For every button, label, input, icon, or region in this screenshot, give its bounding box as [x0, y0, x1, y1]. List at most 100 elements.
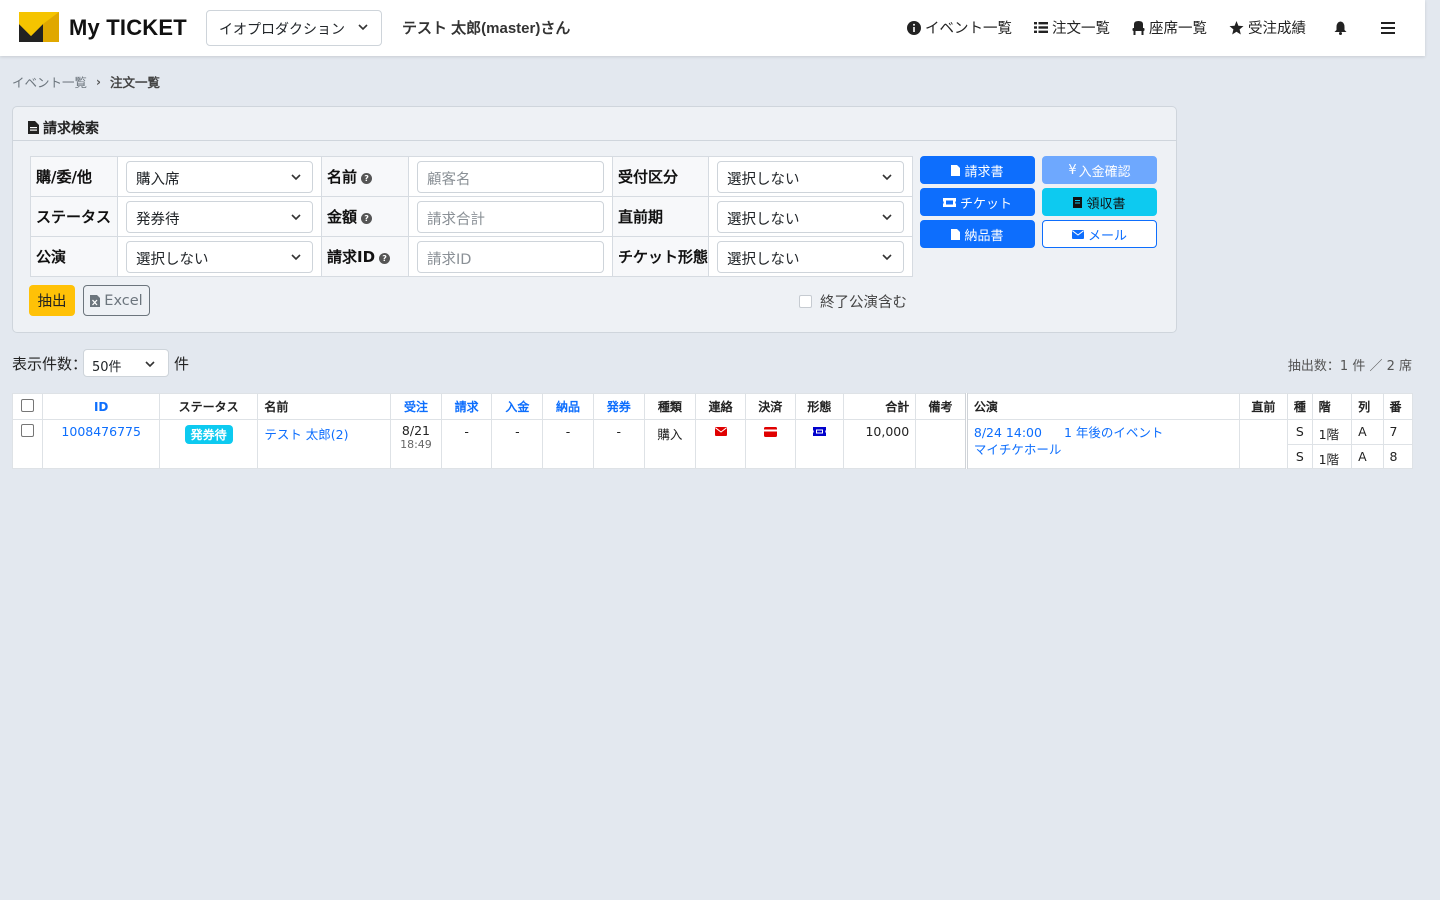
payment-confirm-button[interactable]: ¥ 入金確認 [1042, 156, 1157, 184]
seat-floor: 1階 [1311, 419, 1353, 445]
notification-bell-button[interactable] [1334, 21, 1347, 35]
col-invoice[interactable]: 請求 [440, 393, 493, 420]
menu-toggle-button[interactable] [1381, 21, 1395, 34]
performance-select[interactable]: 選択しない [126, 240, 313, 273]
name-label-text: 名前 [327, 168, 358, 186]
organization-select[interactable]: イオプロダクション [206, 10, 382, 46]
customer-name-placeholder: 顧客名 [427, 171, 471, 188]
brand-name[interactable]: My TICKET [69, 15, 187, 41]
customer-name-input[interactable]: 顧客名 [417, 160, 604, 193]
invoice-button[interactable]: 請求書 [920, 156, 1035, 184]
logo-icon[interactable] [19, 12, 59, 42]
ticket-form-label: チケット形態 [611, 236, 710, 277]
nav-seats[interactable]: 座席一覧 [1132, 17, 1207, 38]
delivery-cell: - [542, 419, 594, 469]
help-icon[interactable]: ? [361, 173, 373, 184]
col-settlement: 決済 [744, 393, 796, 420]
breadcrumb-events-link[interactable]: イベント一覧 [12, 72, 87, 91]
ticket-icon [942, 197, 956, 207]
ticket-form-select-value: 選択しない [727, 251, 800, 268]
total-cell: 10,000 [843, 419, 917, 469]
mail-button[interactable]: メール [1042, 220, 1157, 248]
table-header-row: ID ステータス 名前 受注 請求 入金 納品 発券 種類 連絡 決済 形態 合… [11, 393, 1414, 420]
nav-events-label: イベント一覧 [925, 21, 1012, 37]
user-name: テスト 太郎(master)さん [402, 20, 571, 37]
amount-input[interactable]: 請求合計 [417, 200, 604, 233]
col-order[interactable]: 受注 [390, 393, 442, 420]
row-checkbox[interactable] [21, 424, 35, 437]
include-ended-checkbox[interactable] [799, 295, 812, 308]
help-icon[interactable]: ? [361, 213, 373, 224]
extract-button[interactable]: 抽出 [29, 285, 75, 316]
envelope-icon[interactable] [714, 427, 727, 436]
performance-title-link[interactable]: 1 年後のイベント [1064, 425, 1163, 440]
settlement-cell [744, 419, 796, 469]
delivery-note-button[interactable]: 納品書 [920, 220, 1035, 248]
per-page-select[interactable]: 50件 [83, 349, 169, 377]
seat-grade: S [1287, 419, 1313, 445]
receipt-icon [1073, 196, 1083, 208]
chevron-down-icon [291, 173, 301, 180]
info-circle-icon [907, 20, 921, 35]
mail-button-label: メール [1087, 228, 1127, 244]
seat-row: A [1351, 419, 1384, 445]
hamburger-menu-icon [1381, 21, 1395, 34]
chevron-down-icon [882, 253, 892, 260]
orders-table: ID ステータス 名前 受注 請求 入金 納品 発券 種類 連絡 決済 形態 合… [11, 393, 1414, 469]
customer-name-link[interactable]: テスト 太郎(2) [264, 427, 348, 442]
chevron-right-icon: › [96, 74, 101, 89]
col-payment[interactable]: 入金 [491, 393, 544, 420]
include-ended-toggle[interactable]: 終了公演含む [799, 291, 907, 312]
col-issue[interactable]: 発券 [592, 393, 645, 420]
venue-link[interactable]: マイチケホール [974, 441, 1239, 458]
ticket-button[interactable]: チケット [920, 188, 1035, 216]
col-delivery[interactable]: 納品 [542, 393, 594, 420]
order-id-link[interactable]: 1008476775 [61, 424, 141, 439]
receipt-button[interactable]: 領収書 [1042, 188, 1157, 216]
kind-select[interactable]: 購入席 [126, 160, 313, 193]
customer-name-cell: テスト 太郎(2) [257, 419, 392, 469]
excel-button-label: Excel [104, 292, 143, 309]
seat-row: A [1351, 444, 1384, 469]
performance-datetime-link[interactable]: 8/24 14:00 [974, 425, 1042, 440]
reception-select-value: 選択しない [727, 171, 800, 188]
result-count: 抽出数：1 件 ／ 2 席 [1287, 359, 1412, 374]
reception-select[interactable]: 選択しない [717, 160, 905, 193]
issue-cell: - [592, 419, 645, 469]
col-lastminute: 直前 [1238, 393, 1289, 420]
credit-card-icon[interactable] [763, 427, 777, 437]
star-icon [1229, 20, 1244, 34]
status-select[interactable]: 発券待 [126, 200, 313, 233]
receipt-button-label: 領収書 [1086, 196, 1126, 212]
col-id[interactable]: ID [42, 393, 160, 420]
help-icon[interactable]: ? [379, 253, 391, 264]
yen-icon: ¥ [1068, 162, 1077, 178]
chevron-down-icon [145, 361, 155, 368]
ticket-icon[interactable] [812, 427, 826, 436]
chevron-down-icon [291, 213, 301, 220]
top-header: My TICKET イオプロダクション テスト 太郎(master)さん イベン… [0, 0, 1425, 56]
file-icon [951, 164, 961, 176]
amount-label-text: 金額 [327, 208, 358, 226]
invoice-id-input[interactable]: 請求ID [417, 240, 604, 273]
nav-events[interactable]: イベント一覧 [907, 17, 1012, 38]
per-page-unit: 件 [174, 355, 190, 373]
file-icon [951, 228, 961, 240]
kind-label: 購/委/他 [30, 156, 118, 197]
col-form: 形態 [794, 393, 845, 420]
status-badge: 発券待 [184, 425, 233, 444]
name-label: 名前? [321, 156, 409, 197]
row-select-cell [11, 419, 44, 469]
invoice-id-label-text: 請求ID [327, 248, 376, 266]
col-floor: 階 [1311, 393, 1353, 420]
per-page-label: 表示件数： [12, 355, 88, 373]
select-all-checkbox[interactable] [21, 398, 35, 412]
nav-results[interactable]: 受注成績 [1229, 17, 1306, 38]
select-all-cell [11, 393, 44, 420]
ticket-form-select[interactable]: 選択しない [717, 240, 905, 273]
excel-export-button[interactable]: Excel [83, 285, 150, 316]
nav-orders[interactable]: 注文一覧 [1034, 17, 1110, 38]
seat-number: 8 [1382, 444, 1414, 469]
lastminute-select[interactable]: 選択しない [717, 200, 905, 233]
status-label: ステータス [30, 196, 118, 237]
